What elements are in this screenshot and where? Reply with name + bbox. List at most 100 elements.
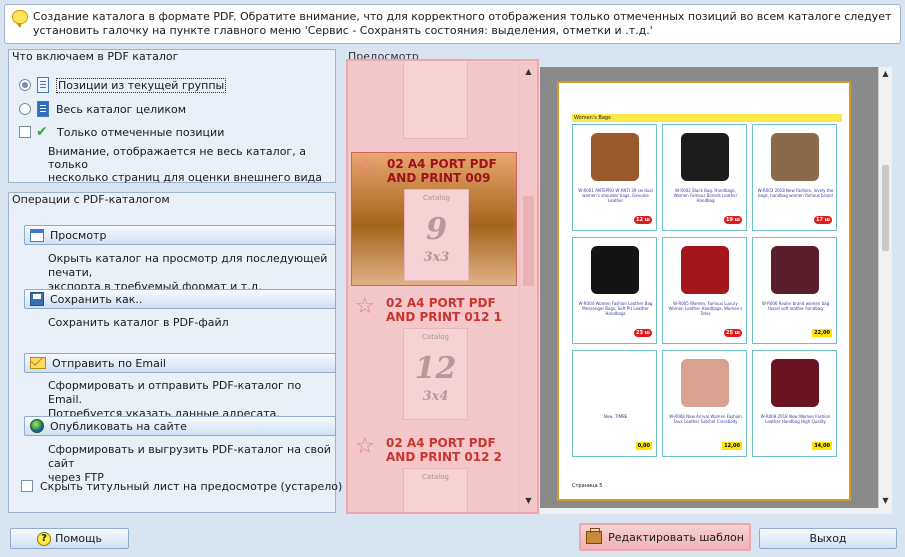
thumbnail-scrollbar[interactable]: ▲ ▼ [519,61,537,512]
scroll-up-arrow-icon[interactable]: ▲ [520,65,537,79]
thumbnail-page: Catalog [403,468,468,512]
product-text: W-R005 Women, Famous Luxury Women Leathe… [668,301,743,316]
preview-horizontal-scrollbar[interactable] [540,508,892,514]
edit-template-button-label: Редактировать шаблон [608,530,744,544]
product-image [771,133,819,181]
envelope-icon [30,357,46,369]
option-whole-catalog-label: Весь каталог целиком [56,102,187,116]
thumbnail-page-number: 12 [414,351,457,386]
thumbnail-page-caption: Catalog [423,194,450,202]
include-note-line1: Внимание, отображается не весь каталог, … [48,145,306,171]
exit-button[interactable]: Выход [759,528,897,549]
info-text: Создание каталога в формате PDF. Обратит… [33,10,892,37]
include-note: Внимание, отображается не весь каталог, … [48,145,335,184]
globe-icon [30,419,44,433]
preview-button[interactable]: Просмотр [24,225,336,245]
template-thumbnail-list[interactable]: ☆ 02 A4 PORT PDF AND PRINT 009 Catalog 9… [346,59,539,514]
template-name: 02 A4 PORT PDF AND PRINT 012 1 [386,296,502,324]
preview-page: Women's Bags W-R001 ANTEPRO W ANTI 39 cм… [557,81,851,501]
help-button[interactable]: ? Помощь [10,528,129,549]
include-panel: Что включаем в PDF каталог Позиции из те… [8,49,336,184]
product-price: 34,00 [812,442,832,450]
save-description: Сохранить каталог в PDF-файл [48,316,229,329]
option-marked-only[interactable]: ✔ Только отмеченные позиции [19,123,224,141]
option-whole-catalog[interactable]: Весь каталог целиком [19,100,186,118]
template-thumbnail-012-2[interactable]: ☆ 02 A4 PORT PDF AND PRINT 012 2 Catalog [351,432,517,512]
option-current-group[interactable]: Позиции из текущей группы [19,76,227,94]
preview-button-label: Просмотр [50,228,107,242]
preview-description: Окрыть каталог на просмотр для последующ… [48,252,335,294]
preview-vertical-scrollbar[interactable]: ▲ ▼ [878,67,892,508]
thumbnail-items: ☆ 02 A4 PORT PDF AND PRINT 009 Catalog 9… [348,61,519,512]
preview-window-icon [30,228,44,242]
product-card: New, TIMBE 0,00 [572,350,657,457]
product-image [771,359,819,407]
product-text: W-R006 Realer brand women bag tassel sof… [761,301,830,311]
template-edit-icon [586,527,603,544]
exit-button-label: Выход [809,532,847,545]
email-description-line1: Сформировать и отправить PDF-каталог по … [48,379,302,406]
star-icon: ☆ [356,155,376,180]
hide-title-label: Скрыть титульный лист на предосмотре (ус… [40,479,343,493]
product-price: 0,00 [635,442,652,450]
radio-whole-catalog[interactable] [19,103,31,115]
operations-panel: Операции с PDF-каталогом Просмотр Окрыть… [8,192,342,513]
option-current-group-label: Позиции из текущей группы [56,77,227,93]
scrollbar-thumb[interactable] [882,165,889,251]
edit-template-button[interactable]: Редактировать шаблон [579,523,751,551]
product-text: W-R008 New Arrival Women Fashion Faux Le… [669,414,742,424]
star-icon: ☆ [355,434,375,459]
product-image [681,246,729,294]
product-card: W-R006 Realer brand women bag tassel sof… [752,237,837,344]
product-price: 12 ш [633,216,652,224]
product-text: W-R004 Women Fashion Leather Bag Messeng… [578,301,653,316]
product-text: W-R002 Black Bag. Handbags, Women Famous… [673,188,738,203]
product-image [681,133,729,181]
product-card: W-R003 2018 New Fashion, lovely the bags… [752,124,837,231]
product-card: W-R001 ANTEPRO W ANTI 39 cм dual women's… [572,124,657,231]
template-thumbnail-previous[interactable] [351,61,517,145]
send-email-button[interactable]: Отправить по Email [24,353,336,373]
scroll-up-arrow-icon[interactable]: ▲ [879,67,892,81]
send-email-button-label: Отправить по Email [52,356,166,370]
publish-description-line1: Сформировать и выгрузить PDF-каталог на … [48,443,331,470]
template-thumbnail-012-1[interactable]: ☆ 02 A4 PORT PDF AND PRINT 012 1 Catalog… [351,292,517,426]
include-panel-title: Что включаем в PDF каталог [9,50,335,64]
product-price: 22,00 [812,329,832,337]
product-text: W-R001 ANTEPRO W ANTI 39 cм dual women's… [578,188,653,203]
help-question-icon: ? [37,531,52,546]
save-as-button[interactable]: Сохранить как.. [24,289,336,309]
document-icon [37,77,49,93]
scroll-down-arrow-icon[interactable]: ▼ [520,494,537,508]
product-text: W-R009 2018 New Women Fashion Leather Ha… [760,414,831,424]
publish-button[interactable]: Опубликовать на сайте [24,416,336,436]
thumbnail-page-grid: 3x4 [422,389,449,404]
option-marked-only-label: Только отмеченные позиции [57,125,225,139]
speech-bubble-icon [12,10,28,28]
checkbox-marked-only[interactable] [19,126,31,138]
star-icon: ☆ [355,294,375,319]
product-price: 23 ш [633,329,652,337]
product-image [681,359,729,407]
hide-title-option[interactable]: Скрыть титульный лист на предосмотре (ус… [21,477,342,495]
include-note-line2: несколько страниц для оценки внешнего ви… [48,171,322,184]
checkmark-icon: ✔ [36,124,48,140]
product-image [591,133,639,181]
radio-current-group[interactable] [19,79,31,91]
scrollbar-thumb[interactable] [523,196,534,286]
preview-description-line1: Окрыть каталог на просмотр для последующ… [48,252,328,279]
product-image [771,246,819,294]
email-description: Сформировать и отправить PDF-каталог по … [48,379,335,421]
checkbox-hide-title[interactable] [21,480,33,492]
product-card: W-R005 Women, Famous Luxury Women Leathe… [662,237,747,344]
product-price: 19 ш [723,216,742,224]
product-price: 12,00 [722,442,742,450]
scroll-down-arrow-icon[interactable]: ▼ [879,494,892,508]
thumbnail-page: Catalog 12 3x4 [403,328,468,420]
product-text: W-R003 2018 New Fashion, lovely the bags… [757,188,834,198]
thumbnail-page-number: 9 [426,212,447,247]
template-thumbnail-009[interactable]: ☆ 02 A4 PORT PDF AND PRINT 009 Catalog 9… [351,152,517,286]
help-button-label: Помощь [55,532,102,545]
template-name: 02 A4 PORT PDF AND PRINT 012 2 [386,436,502,464]
page-footer: Страница 5 [572,483,603,489]
